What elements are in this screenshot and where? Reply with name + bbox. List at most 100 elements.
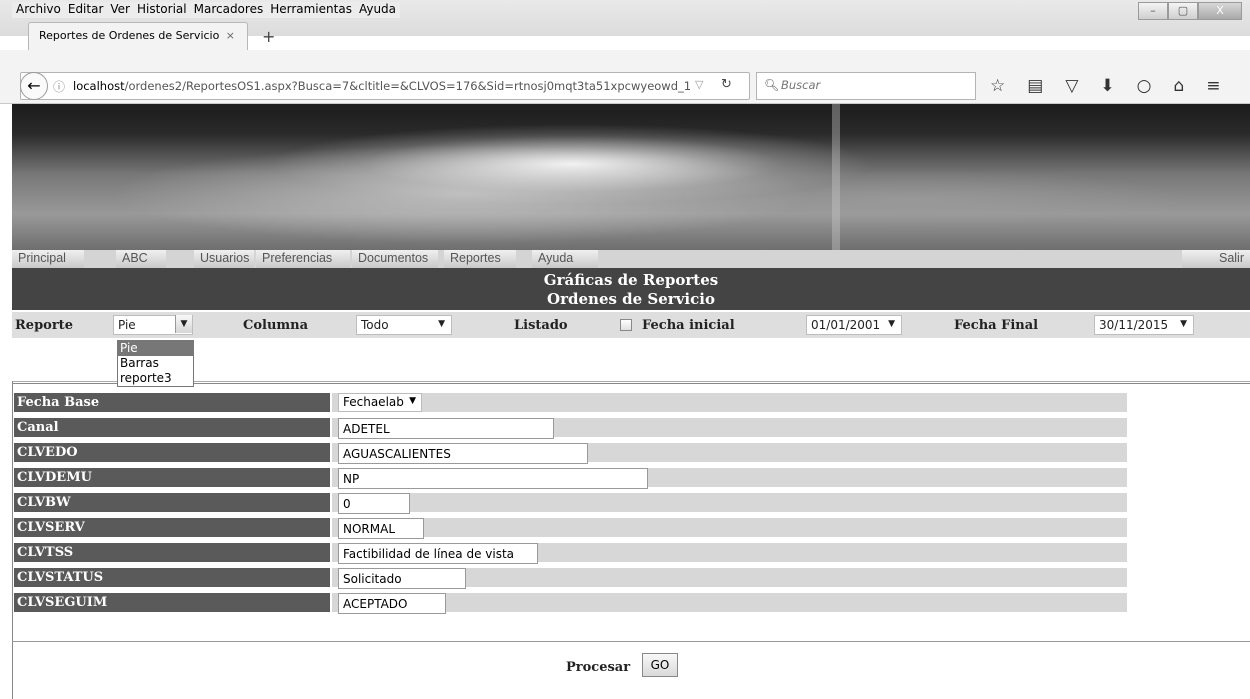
chevron-down-icon: ▼ (1180, 319, 1187, 329)
chevron-down-icon: ▼ (175, 315, 192, 333)
form-value-cell (332, 568, 1127, 589)
columna-label: Columna (243, 318, 309, 333)
clvstatus-input[interactable] (338, 568, 466, 589)
nav-abc[interactable]: ABC (116, 250, 166, 268)
downloads-icon[interactable]: ⬇ (1100, 76, 1114, 96)
menu-editar[interactable]: Editar (68, 2, 104, 18)
form-value-cell: Fechaelab ▼ (332, 393, 1127, 412)
page-title-band: Gráficas de Reportes Ordenes de Servicio (12, 268, 1250, 310)
fecha-final-label: Fecha Final (954, 318, 1039, 333)
reporte-select-value: Pie (118, 318, 136, 332)
form-label-clvserv: CLVSERV (14, 518, 330, 537)
new-tab-button[interactable]: + (262, 27, 275, 46)
nav-preferencias[interactable]: Preferencias (256, 250, 350, 268)
canal-input[interactable] (338, 418, 554, 439)
form-label-clvedo: CLVEDO (14, 443, 330, 462)
left-border (12, 381, 13, 699)
clvtss-input[interactable] (338, 543, 538, 564)
menu-ayuda[interactable]: Ayuda (359, 2, 396, 18)
form-value-cell (332, 468, 1127, 489)
chevron-down-icon: ▼ (888, 319, 895, 329)
form-label-clvseguim: CLVSEGUIM (14, 593, 330, 612)
reporte-label: Reporte (15, 318, 73, 333)
back-arrow-icon[interactable]: ← (20, 72, 48, 100)
nav-ayuda[interactable]: Ayuda (532, 250, 598, 268)
dropdown-option-reporte3[interactable]: reporte3 (118, 371, 193, 386)
browser-menubar: Archivo Editar Ver Historial Marcadores … (12, 2, 401, 18)
reload-icon[interactable]: ↻ (721, 77, 732, 92)
fecha-inicial-select[interactable]: 01/01/2001 ▼ (806, 315, 902, 335)
clvbw-input[interactable] (338, 493, 410, 514)
menu-historial[interactable]: Historial (137, 2, 187, 18)
browser-tab[interactable]: Reportes de Ordenes de Servicio × (28, 22, 248, 50)
form-label-clvdemu: CLVDEMU (14, 468, 330, 487)
form-value-cell (332, 543, 1127, 564)
url-dropdown-icon[interactable]: ▽ (695, 78, 703, 91)
fecha-inicial-value: 01/01/2001 (811, 318, 881, 332)
fecha-final-value: 30/11/2015 (1099, 318, 1169, 332)
site-nav: Principal ABC Usuarios Preferencias Docu… (12, 250, 1250, 268)
tab-close-icon[interactable]: × (226, 29, 235, 42)
pocket-icon[interactable]: ▽ (1065, 76, 1078, 96)
clvserv-input[interactable] (338, 518, 424, 539)
url-path: /ordenes2/ReportesOS1.aspx?Busca=7&cltit… (124, 79, 692, 93)
window-controls: – ▢ X (1138, 2, 1242, 20)
form-value-cell (332, 518, 1127, 539)
page-title: Gráficas de Reportes (543, 271, 719, 289)
form-label-clvtss: CLVTSS (14, 543, 330, 562)
chat-icon[interactable]: ○ (1137, 76, 1152, 96)
reporte-dropdown-list: Pie Barras reporte3 (117, 340, 194, 387)
form-label-fecha-base: Fecha Base (14, 393, 330, 412)
hamburger-menu-icon[interactable]: ≡ (1206, 76, 1220, 96)
form-label-clvbw: CLVBW (14, 493, 330, 512)
url-bar[interactable]: ← ⓘ localhost/ordenes2/ReportesOS1.aspx?… (20, 72, 750, 100)
clvseguim-input[interactable] (338, 593, 446, 614)
url-text[interactable]: localhost/ordenes2/ReportesOS1.aspx?Busc… (73, 79, 691, 93)
form-value-cell (332, 593, 1127, 614)
bookmarks-list-icon[interactable]: ▤ (1027, 76, 1043, 96)
chevron-down-icon: ▼ (409, 396, 416, 406)
search-icon: 🔍︎ (764, 78, 780, 92)
clvdemu-input[interactable] (338, 468, 648, 489)
form-value-cell (332, 418, 1127, 439)
fecha-final-select[interactable]: 30/11/2015 ▼ (1094, 315, 1194, 335)
menu-archivo[interactable]: Archivo (16, 2, 61, 18)
menu-herramientas[interactable]: Herramientas (270, 2, 352, 18)
columna-select[interactable]: Todo ▼ (356, 315, 452, 335)
fecha-base-value: Fechaelab (343, 395, 404, 409)
dropdown-option-pie[interactable]: Pie (118, 341, 193, 356)
listado-checkbox[interactable] (620, 319, 632, 331)
maximize-button[interactable]: ▢ (1168, 2, 1198, 20)
reporte-select[interactable]: Pie ▼ (113, 315, 193, 335)
dropdown-option-barras[interactable]: Barras (118, 356, 193, 371)
bookmark-star-icon[interactable]: ☆ (990, 76, 1005, 96)
form-value-cell (332, 443, 1127, 464)
nav-documentos[interactable]: Documentos (352, 250, 438, 268)
close-window-button[interactable]: X (1198, 2, 1242, 20)
procesar-label: Procesar (566, 660, 631, 675)
columna-select-value: Todo (361, 318, 389, 332)
search-box[interactable]: 🔍︎ (756, 72, 976, 100)
home-icon[interactable]: ⌂ (1173, 76, 1184, 96)
url-host: localhost (73, 79, 125, 93)
nav-reportes[interactable]: Reportes (444, 250, 516, 268)
tab-title: Reportes de Ordenes de Servicio (39, 29, 220, 42)
minimize-button[interactable]: – (1138, 2, 1168, 20)
filter-bar: Reporte Pie ▼ Columna Todo ▼ Listado Fec… (12, 312, 1250, 338)
fecha-base-select[interactable]: Fechaelab ▼ (338, 393, 422, 412)
form-label-clvstatus: CLVSTATUS (14, 568, 330, 587)
menu-marcadores[interactable]: Marcadores (194, 2, 264, 18)
clvedo-input[interactable] (338, 443, 588, 464)
form-value-cell (332, 493, 1127, 514)
nav-salir[interactable]: Salir (1182, 250, 1250, 268)
toolbar-icons: ☆ ▤ ▽ ⬇ ○ ⌂ ≡ (990, 76, 1221, 96)
go-button[interactable]: GO (642, 653, 678, 677)
search-input[interactable] (781, 78, 961, 92)
nav-usuarios[interactable]: Usuarios (194, 250, 254, 268)
banner-light-ray (832, 104, 840, 250)
fecha-inicial-label: Fecha inicial (642, 318, 735, 333)
nav-principal[interactable]: Principal (12, 250, 84, 268)
section-divider (12, 381, 1250, 384)
site-info-icon[interactable]: ⓘ (53, 78, 65, 95)
menu-ver[interactable]: Ver (110, 2, 130, 18)
